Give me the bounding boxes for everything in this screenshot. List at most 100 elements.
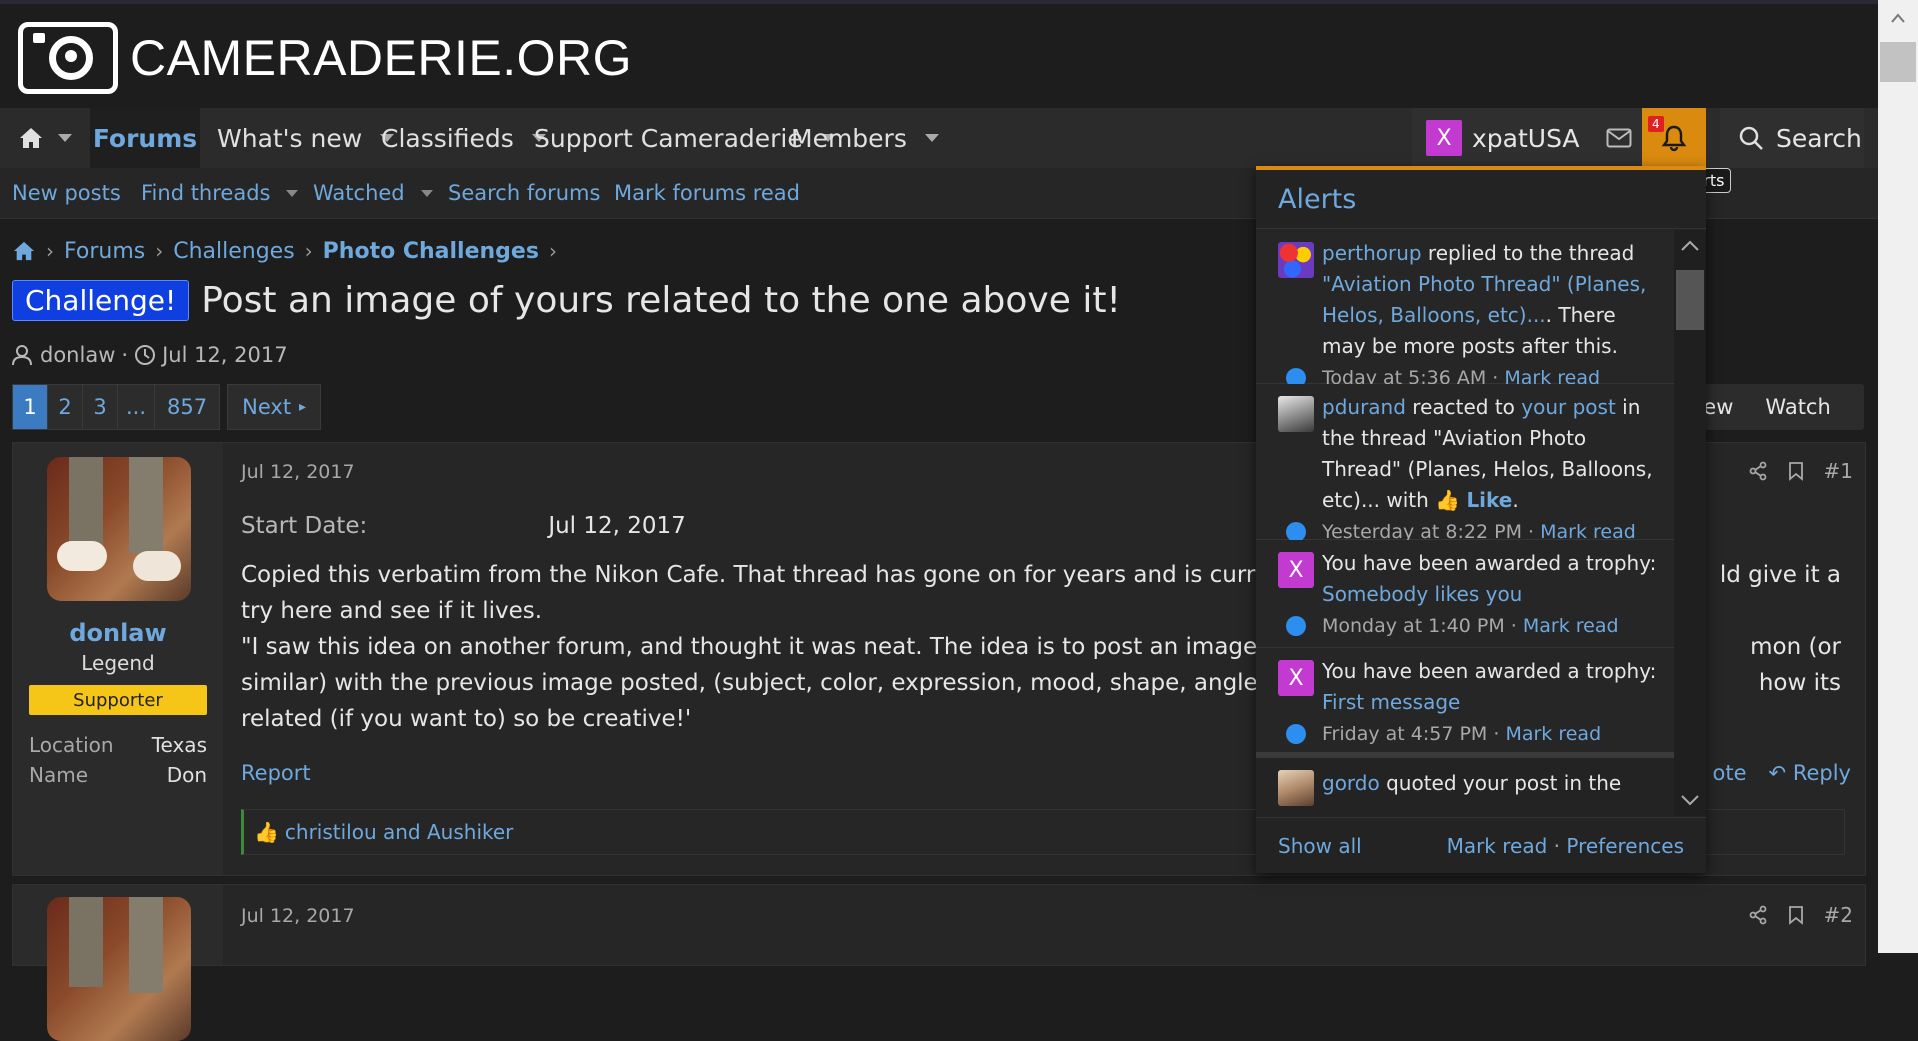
scrollbar-thumb[interactable] xyxy=(1676,270,1704,330)
reactions-list[interactable]: christilou and Aushiker xyxy=(285,820,514,844)
report-link[interactable]: Report xyxy=(241,761,311,785)
thread-title-text: Post an image of yours related to the on… xyxy=(201,280,1121,321)
post-actions: #2 xyxy=(1748,903,1853,927)
quote-button[interactable]: ote xyxy=(1713,761,1747,785)
post-username[interactable]: donlaw xyxy=(13,619,223,647)
info-key: Name xyxy=(29,763,89,787)
nav-classifieds[interactable]: Classifieds xyxy=(381,108,546,168)
alert-item[interactable]: X You have been awarded a trophy: First … xyxy=(1256,648,1674,758)
search-label: Search xyxy=(1776,123,1862,153)
thread-author[interactable]: donlaw xyxy=(40,343,115,367)
account-menu[interactable]: X xpatUSA xyxy=(1412,108,1642,168)
chevron-up-icon[interactable] xyxy=(1680,238,1700,252)
chevron-right-icon: › xyxy=(304,239,313,263)
chevron-right-icon: › xyxy=(548,239,557,263)
avatar: X xyxy=(1278,552,1314,588)
nav-forums[interactable]: Forums xyxy=(90,108,200,168)
chevron-down-icon[interactable] xyxy=(58,134,72,142)
alert-link[interactable]: First message xyxy=(1322,690,1460,714)
start-date-row: Start Date: Jul 12, 2017 xyxy=(241,513,686,539)
page-3[interactable]: 3 xyxy=(82,384,118,430)
share-icon[interactable] xyxy=(1748,461,1768,481)
alerts-scrollbar[interactable] xyxy=(1674,230,1706,816)
post-reply-actions: ote ↶ Reply xyxy=(1713,761,1851,785)
thread-date[interactable]: Jul 12, 2017 xyxy=(162,343,288,367)
home-icon[interactable] xyxy=(12,240,36,262)
avatar[interactable] xyxy=(47,897,191,1041)
share-icon[interactable] xyxy=(1748,905,1768,925)
alert-link[interactable]: Somebody likes you xyxy=(1322,582,1522,606)
alert-link[interactable]: your post xyxy=(1521,395,1616,419)
nav-home[interactable] xyxy=(0,108,90,168)
nav-members[interactable]: Members xyxy=(791,108,939,168)
page-2[interactable]: 2 xyxy=(47,384,83,430)
scrollbar-thumb[interactable] xyxy=(1880,42,1916,82)
envelope-icon[interactable] xyxy=(1606,128,1632,148)
info-value: Texas xyxy=(151,733,207,757)
chevron-down-icon[interactable] xyxy=(420,189,433,197)
post-actions: #1 xyxy=(1748,459,1853,483)
subnav-watched[interactable]: Watched xyxy=(313,168,433,218)
alert-item[interactable]: perthorup replied to the thread "Aviatio… xyxy=(1256,230,1674,389)
avatar: X xyxy=(1426,120,1462,156)
unread-dot-icon[interactable] xyxy=(1286,522,1306,542)
nav-whats-new[interactable]: What's new xyxy=(217,108,395,168)
page-1[interactable]: 1 xyxy=(12,384,48,430)
preferences-link[interactable]: Preferences xyxy=(1566,834,1684,858)
alert-item[interactable]: pdurand reacted to your post in the thre… xyxy=(1256,384,1674,543)
thumbs-up-icon: 👍 xyxy=(254,820,279,844)
breadcrumb-challenges[interactable]: Challenges xyxy=(173,239,294,264)
breadcrumb-forums[interactable]: Forums xyxy=(64,239,145,264)
page-857[interactable]: 857 xyxy=(154,384,221,430)
chevron-down-icon[interactable] xyxy=(924,134,939,142)
alert-item[interactable]: X You have been awarded a trophy: Somebo… xyxy=(1256,540,1674,648)
nav-support[interactable]: Support Cameraderie xyxy=(534,108,835,168)
alerts-list: perthorup replied to the thread "Aviatio… xyxy=(1256,230,1674,816)
bookmark-icon[interactable] xyxy=(1788,461,1804,481)
post-number[interactable]: #2 xyxy=(1824,903,1853,927)
clock-icon xyxy=(135,345,156,365)
alert-user[interactable]: pdurand xyxy=(1322,395,1406,419)
post-user-cell xyxy=(13,885,223,1041)
alert-item[interactable]: gordo quoted your post in the xyxy=(1256,758,1674,816)
info-key: Location xyxy=(29,733,114,757)
nav-classifieds-label: Classifieds xyxy=(381,123,514,153)
main-nav: Forums What's new Classifieds Support Ca… xyxy=(0,108,1878,168)
page-scrollbar[interactable] xyxy=(1878,0,1918,953)
unread-dot-icon[interactable] xyxy=(1286,616,1306,636)
breadcrumb-photo-challenges[interactable]: Photo Challenges xyxy=(323,239,539,264)
alerts-button[interactable]: 4 xyxy=(1642,108,1706,168)
mark-all-read-link[interactable]: Mark read xyxy=(1447,834,1548,858)
subnav-search-forums[interactable]: Search forums xyxy=(448,168,600,218)
next-page-button[interactable]: Next ▸ xyxy=(227,384,322,430)
alert-user[interactable]: gordo xyxy=(1322,771,1380,795)
alerts-count-badge: 4 xyxy=(1648,116,1664,132)
avatar[interactable] xyxy=(47,457,191,601)
mark-read-link[interactable]: Mark read xyxy=(1523,615,1619,637)
bookmark-icon[interactable] xyxy=(1788,905,1804,925)
thread-prefix-badge[interactable]: Challenge! xyxy=(12,280,190,321)
thumbs-up-icon: 👍 xyxy=(1435,488,1467,512)
post-number[interactable]: #1 xyxy=(1824,459,1853,483)
post-date[interactable]: Jul 12, 2017 xyxy=(241,905,355,927)
subnav-mark-read[interactable]: Mark forums read xyxy=(614,168,800,218)
site-logo[interactable]: CAMERADERIE.ORG xyxy=(18,22,632,94)
chevron-up-icon[interactable] xyxy=(1890,12,1906,24)
subnav-find-threads[interactable]: Find threads xyxy=(141,168,299,218)
watch-button[interactable]: Watch xyxy=(1765,395,1830,419)
start-date-value: Jul 12, 2017 xyxy=(548,513,686,539)
alerts-footer: Show all Mark read · Preferences xyxy=(1256,817,1706,873)
page-ellipsis[interactable]: ... xyxy=(117,384,156,430)
reply-icon: ↶ xyxy=(1768,761,1787,785)
search-button[interactable]: Search xyxy=(1720,108,1864,168)
chevron-down-icon[interactable] xyxy=(1680,794,1700,808)
unread-dot-icon[interactable] xyxy=(1286,724,1306,744)
subnav-new-posts[interactable]: New posts xyxy=(12,168,121,218)
post-date[interactable]: Jul 12, 2017 xyxy=(241,461,355,483)
mark-read-link[interactable]: Mark read xyxy=(1505,723,1601,745)
reply-button[interactable]: ↶ Reply xyxy=(1769,761,1851,785)
show-all-link[interactable]: Show all xyxy=(1278,834,1362,858)
alert-user[interactable]: perthorup xyxy=(1322,241,1422,265)
chevron-down-icon[interactable] xyxy=(286,189,299,197)
alerts-title[interactable]: Alerts xyxy=(1256,170,1706,229)
